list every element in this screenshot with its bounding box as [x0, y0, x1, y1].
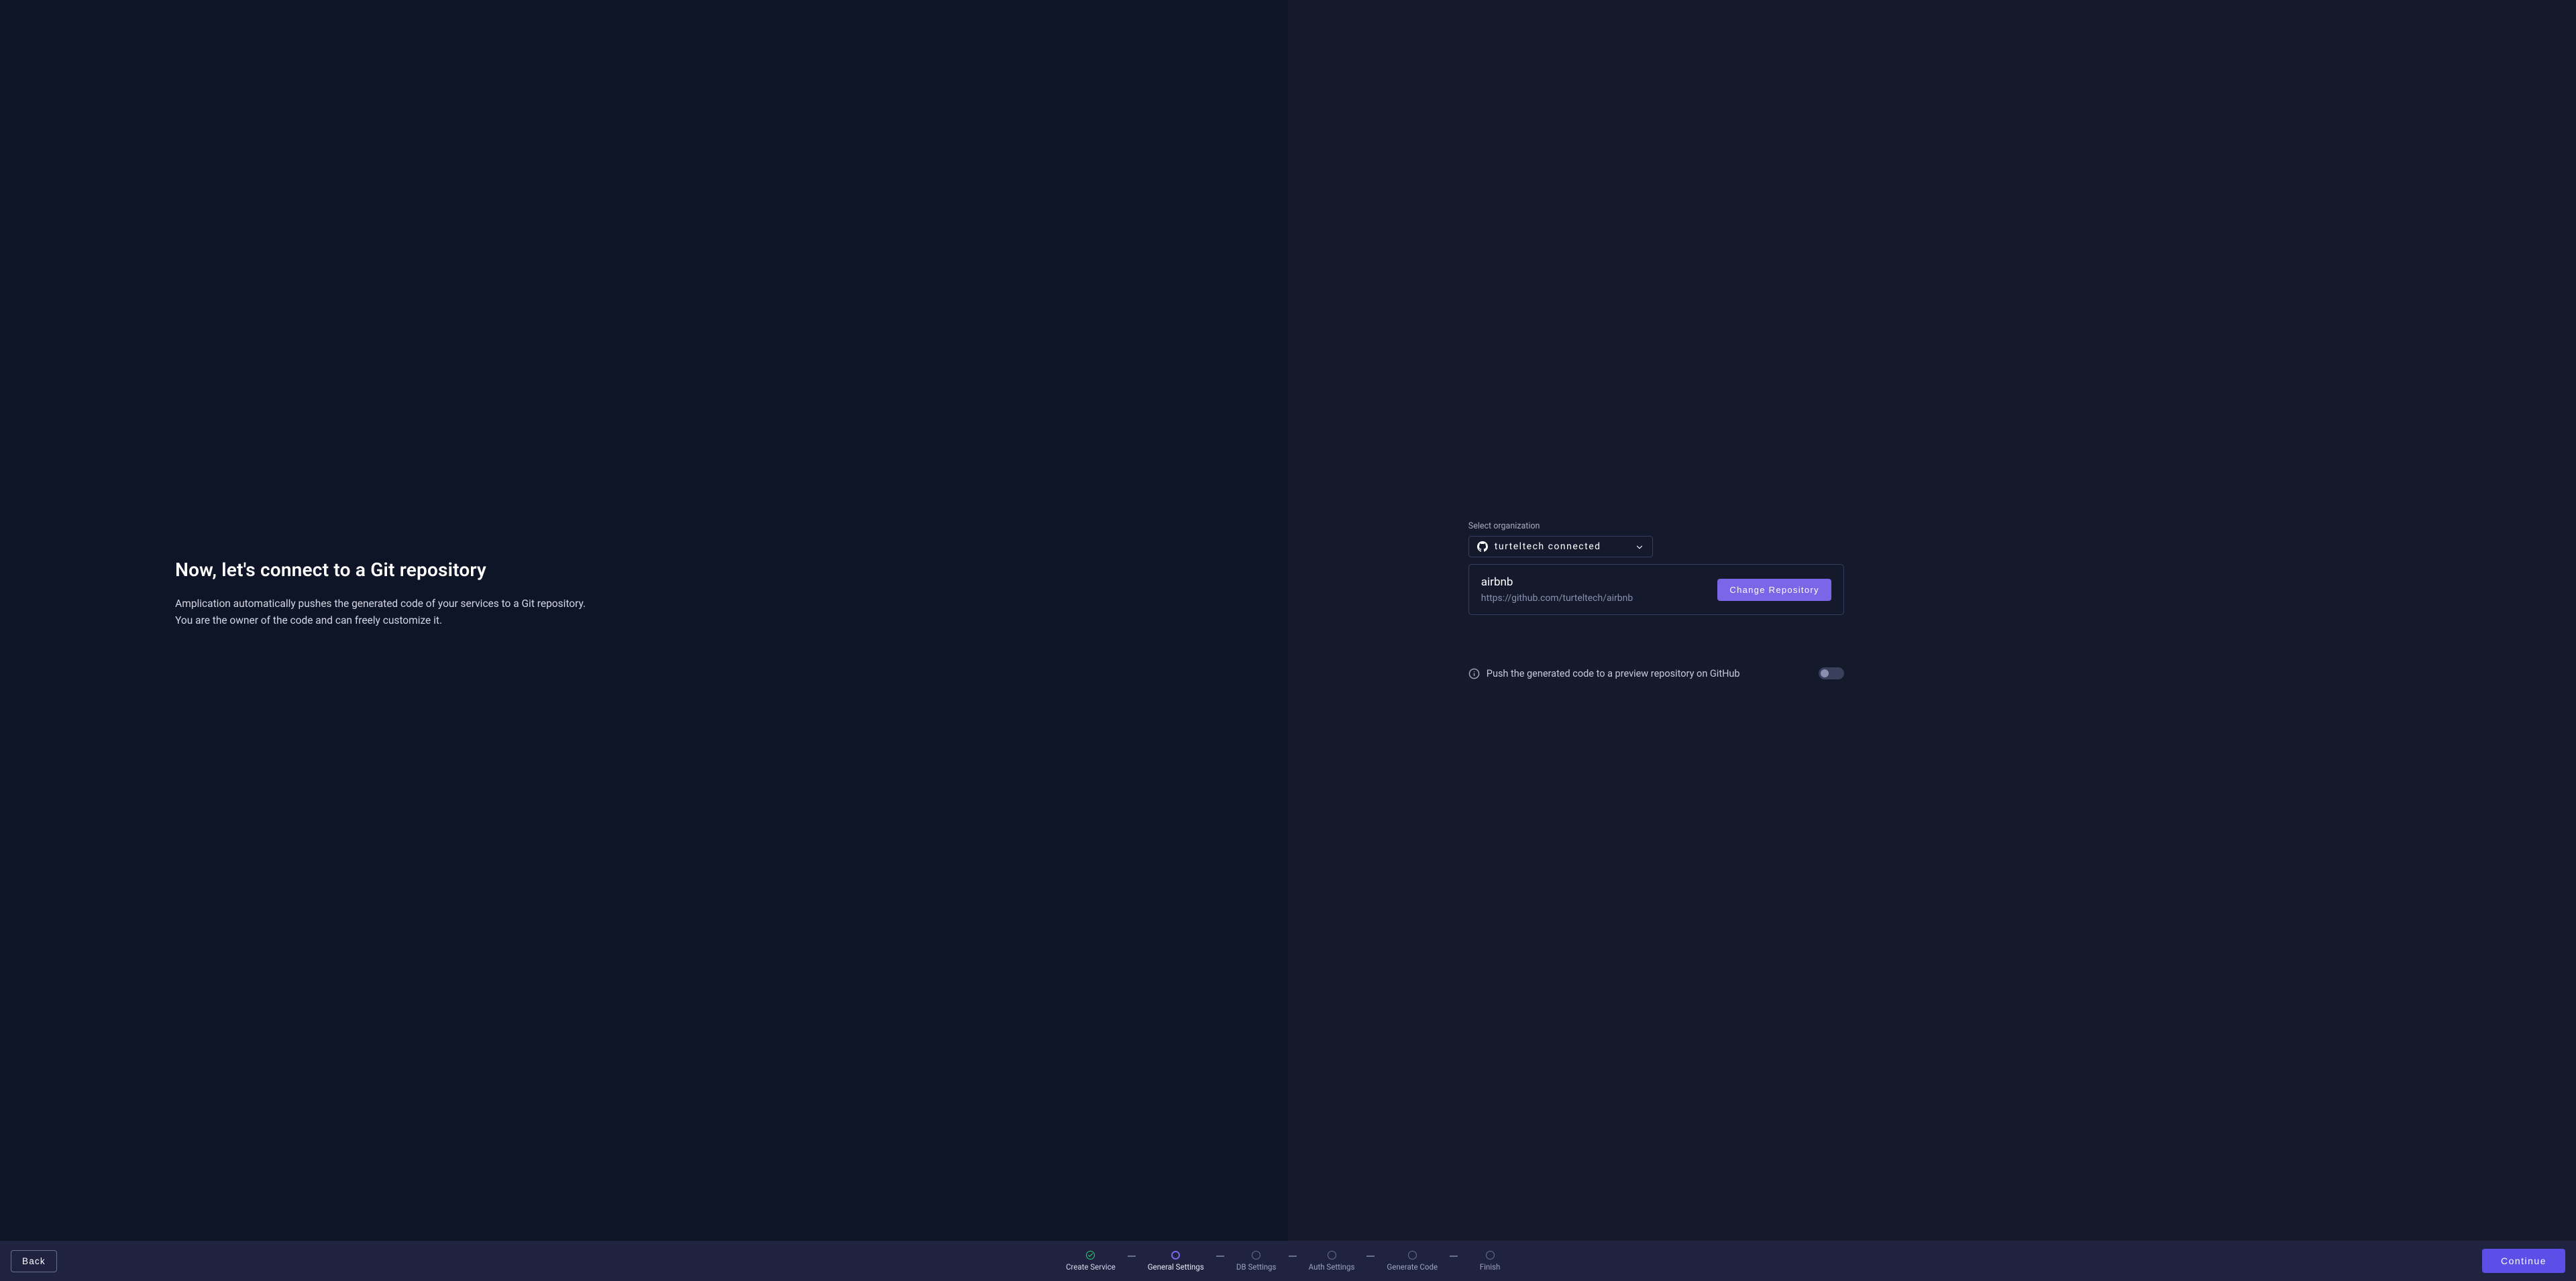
step-label: DB Settings: [1236, 1262, 1277, 1272]
step-label: Generate Code: [1387, 1262, 1438, 1272]
left-pane: Now, let's connect to a Git repository A…: [0, 0, 1288, 1241]
info-icon: [1468, 668, 1480, 679]
step-separator: [1450, 1256, 1458, 1257]
step-create-service: Create Service: [1066, 1251, 1116, 1272]
left-content: Now, let's connect to a Git repository A…: [175, 559, 586, 681]
step-auth-settings: Auth Settings: [1309, 1251, 1355, 1272]
step-separator: [1216, 1256, 1224, 1257]
step-circle: [1171, 1251, 1180, 1260]
back-button[interactable]: Back: [11, 1250, 57, 1272]
change-repository-button[interactable]: Change Repository: [1717, 579, 1831, 601]
step-separator: [1128, 1256, 1136, 1257]
step-general-settings: General Settings: [1148, 1251, 1204, 1272]
step-finish: Finish: [1470, 1251, 1510, 1272]
page-title: Now, let's connect to a Git repository: [175, 559, 586, 581]
wizard-footer: Back Create Service General Settings DB Se…: [0, 1241, 2576, 1281]
repository-info: airbnb https://github.com/turteltech/air…: [1481, 575, 1633, 604]
toggle-knob: [1821, 669, 1829, 677]
push-preview-toggle[interactable]: [1819, 667, 1844, 679]
right-pane: Select organization turteltech connected…: [1288, 0, 2576, 1241]
repository-name: airbnb: [1481, 575, 1633, 589]
wizard-screen: Now, let's connect to a Git repository A…: [0, 0, 2576, 1281]
step-circle: [1328, 1251, 1336, 1260]
repository-url: https://github.com/turteltech/airbnb: [1481, 593, 1633, 604]
step-label: Auth Settings: [1309, 1262, 1355, 1272]
chevron-down-icon: [1635, 542, 1644, 551]
step-circle: [1086, 1251, 1095, 1260]
right-content: Select organization turteltech connected…: [1468, 521, 1844, 720]
step-circle: [1486, 1251, 1495, 1260]
organization-select[interactable]: turteltech connected: [1468, 536, 1653, 557]
step-separator: [1289, 1256, 1297, 1257]
step-generate-code: Generate Code: [1387, 1251, 1438, 1272]
step-separator: [1366, 1256, 1375, 1257]
page-description: Amplication automatically pushes the gen…: [175, 596, 586, 628]
wizard-stepper: Create Service General Settings DB Setting…: [1066, 1251, 1510, 1272]
continue-button[interactable]: Continue: [2482, 1249, 2565, 1273]
main-area: Now, let's connect to a Git repository A…: [0, 0, 2576, 1241]
step-db-settings: DB Settings: [1236, 1251, 1277, 1272]
organization-name: turteltech connected: [1495, 541, 1628, 552]
github-icon: [1477, 541, 1488, 552]
repository-card: airbnb https://github.com/turteltech/air…: [1468, 564, 1844, 615]
step-label: Finish: [1480, 1262, 1501, 1272]
step-circle: [1408, 1251, 1417, 1260]
page-description-line1: Amplication automatically pushes the gen…: [175, 598, 586, 610]
push-preview-row: Push the generated code to a preview rep…: [1468, 667, 1844, 679]
page-description-line2: You are the owner of the code and can fr…: [175, 614, 442, 626]
step-label: Create Service: [1066, 1262, 1116, 1272]
push-preview-text: Push the generated code to a preview rep…: [1487, 668, 1812, 679]
step-label: General Settings: [1148, 1262, 1204, 1272]
step-circle: [1252, 1251, 1260, 1260]
select-organization-label: Select organization: [1468, 521, 1844, 531]
